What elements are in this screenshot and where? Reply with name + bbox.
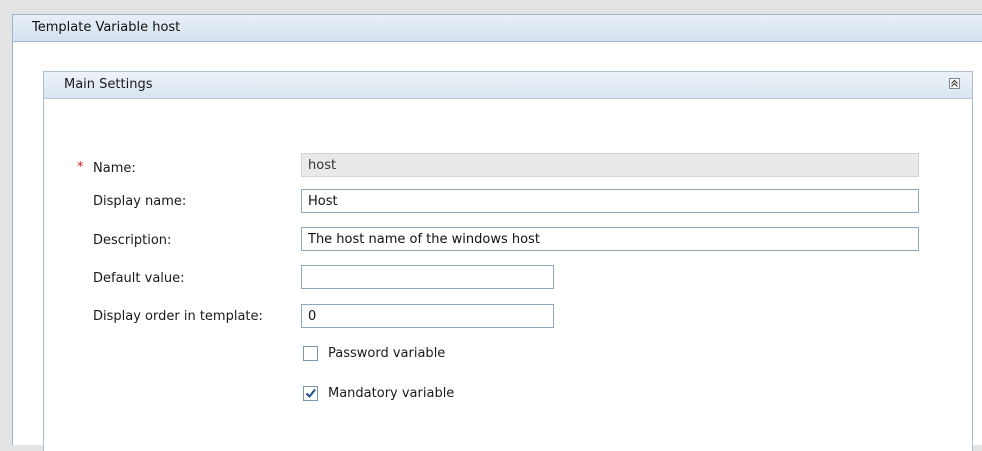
display-name-label: Display name: [93,194,187,209]
checkmark-icon [305,388,316,399]
description-field[interactable] [301,227,919,251]
display-order-field[interactable] [301,304,554,328]
mandatory-variable-checkbox[interactable] [303,386,318,401]
password-variable-checkbox[interactable] [303,346,318,361]
password-variable-label: Password variable [328,346,446,361]
name-label: Name: [93,161,136,176]
mandatory-variable-label: Mandatory variable [328,386,455,401]
window-title: Template Variable host [13,15,982,42]
collapse-button[interactable] [949,78,960,89]
main-settings-header: Main Settings [44,72,972,99]
display-order-label: Display order in template: [93,309,263,324]
panel-title: Main Settings [64,77,153,92]
default-value-field[interactable] [301,265,554,289]
display-name-field[interactable] [301,189,919,213]
double-chevron-up-icon [951,79,958,87]
name-field [301,153,919,177]
description-label: Description: [93,233,172,248]
template-variable-window: Template Variable host Main Settings * N… [12,14,982,451]
required-marker: * [77,160,84,175]
default-value-label: Default value: [93,271,185,286]
main-settings-panel: Main Settings * Name: Display name: Desc… [43,71,973,451]
